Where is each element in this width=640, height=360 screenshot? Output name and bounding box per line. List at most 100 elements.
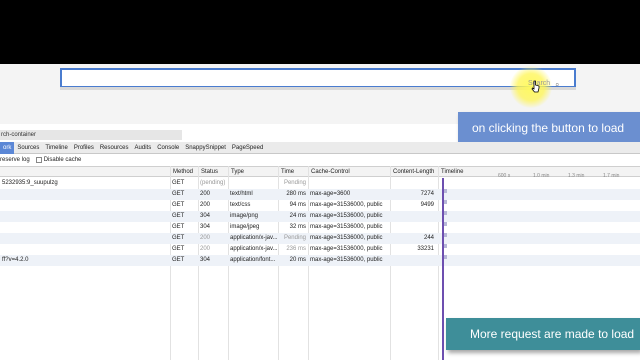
request-content-length [390,222,436,233]
request-type: text/css [230,202,251,208]
request-name [0,200,168,211]
request-type: application/x-jav... [230,246,278,252]
column-status[interactable]: Status [198,167,228,178]
timeline-marker [442,178,444,360]
screen: Search ⌕ on clicking the button to load … [0,0,640,360]
element-breadcrumb[interactable]: rch-container [0,130,182,140]
timeline-bar [444,244,447,248]
search-input[interactable] [62,70,574,86]
annotation-bottom-text: More request are made to load [470,327,635,341]
request-content-length: 33231 [417,246,434,252]
table-row[interactable]: GET 200 text/css 94 ms max-age=31536000,… [0,200,640,211]
column-method[interactable]: Method [170,167,198,178]
preserve-log-label[interactable]: reserve log [0,155,30,165]
request-content-length [390,211,436,222]
request-method: GET [172,202,185,208]
request-name [0,211,168,222]
request-content-length: 244 [423,235,434,241]
tab-snappysnippet[interactable]: SnappySnippet [182,142,229,154]
request-name: 5232935:9_suupulzg [2,180,58,186]
timeline-bar [444,255,447,259]
request-time: Pending [283,235,306,241]
request-method: GET [172,224,185,230]
request-cache-control: max-age=31536000, public [310,202,383,208]
tab-sources[interactable]: Sources [14,142,42,154]
letterbox-top [0,0,640,64]
request-type: application/x-jav... [230,235,278,241]
request-method: GET [172,257,185,263]
column-cache-control[interactable]: Cache-Control [308,167,390,178]
request-cache-control: max-age=31536000, public [310,235,383,241]
request-status: 304 [200,224,211,230]
request-name [0,244,168,255]
mouse-pointer-icon [531,80,540,93]
table-row[interactable]: 5232935:9_suupulzg GET (pending) Pending [0,178,640,189]
request-content-length [390,178,436,189]
annotation-top-text: on clicking the button to load [472,121,625,135]
tab-resources[interactable]: Resources [97,142,132,154]
request-time: 280 ms [286,191,306,197]
request-name [0,222,168,233]
request-status: 200 [200,235,211,241]
request-name: ff?v=4.2.0 [2,257,29,263]
disable-cache-label[interactable]: Disable cache [44,155,82,165]
request-status: 200 [200,191,211,197]
request-method: GET [172,191,185,197]
column-time[interactable]: Time [278,167,308,178]
request-method: GET [172,180,185,186]
request-method: GET [172,213,185,219]
request-type: image/jpeg [230,224,260,230]
request-status: (pending) [200,180,226,186]
table-row[interactable]: GET 200 text/html 280 ms max-age=3600 72… [0,189,640,200]
request-name [0,233,168,244]
column-content-length[interactable]: Content-Length [390,167,438,178]
request-status: 200 [200,246,211,252]
request-type [228,178,278,189]
request-method: GET [172,235,185,241]
request-type: application/font... [230,257,276,263]
tab-profiles[interactable]: Profiles [71,142,97,154]
devtools-tabbar: ork Sources Timeline Profiles Resources … [0,141,640,154]
request-status: 200 [200,202,211,208]
request-cache-control: max-age=31536000, public [310,224,383,230]
tab-audits[interactable]: Audits [132,142,155,154]
table-row[interactable]: GET 200 application/x-jav... Pending max… [0,233,640,244]
table-row[interactable]: GET 304 image/jpeg 32 ms max-age=3153600… [0,222,640,233]
network-rows: 5232935:9_suupulzg GET (pending) Pending… [0,178,640,266]
request-content-length: 9499 [420,202,434,208]
timeline-bar [444,189,447,193]
request-time: 20 ms [289,257,306,263]
column-type[interactable]: Type [228,167,278,178]
request-time: Pending [283,180,306,186]
disable-cache-checkbox[interactable] [35,157,42,163]
tab-pagespeed[interactable]: PageSpeed [229,142,266,154]
request-type: text/html [230,191,253,197]
search-icon[interactable]: ⌕ [555,80,559,90]
request-cache-control: max-age=31536000, public [310,246,383,252]
request-cache-control: max-age=3600 [310,191,351,197]
request-status: 304 [200,213,211,219]
tab-console[interactable]: Console [154,142,182,154]
annotation-bottom: More request are made to load [446,318,640,350]
timeline-bar [444,233,447,237]
request-type: image/png [230,213,259,219]
request-content-length [390,255,436,266]
annotation-top: on clicking the button to load [458,112,640,144]
request-name [0,189,168,200]
tab-timeline[interactable]: Timeline [42,142,70,154]
table-row[interactable]: GET 200 application/x-jav... 236 ms max-… [0,244,640,255]
table-row[interactable]: GET 304 image/png 24 ms max-age=31536000… [0,211,640,222]
table-row[interactable]: ff?v=4.2.0 GET 304 application/font... 2… [0,255,640,266]
request-content-length: 7274 [420,191,434,197]
timeline-bar [444,200,447,204]
timeline-bar [444,211,447,215]
timeline-bar [444,222,447,226]
request-time: 24 ms [289,213,306,219]
request-time: 94 ms [289,202,306,208]
request-status: 304 [200,257,211,263]
tab-network[interactable]: ork [0,141,15,154]
request-cache-control [308,178,390,189]
request-cache-control: max-age=31536000, public [310,213,383,219]
request-cache-control: max-age=31536000, public [310,257,383,263]
network-options: reserve log Disable cache [0,155,81,165]
